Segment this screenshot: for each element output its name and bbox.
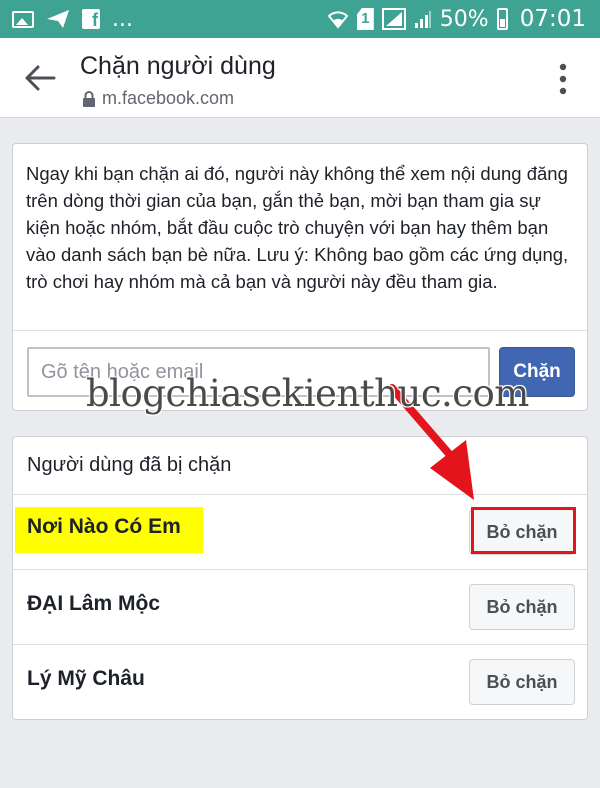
- watermark: blogchiasekienthuc.com: [86, 372, 529, 415]
- facebook-icon: f: [82, 9, 100, 30]
- divider: [13, 330, 587, 331]
- blocked-user-name: Nơi Nào Có Em: [15, 507, 203, 553]
- status-bar: f ... 1 50% 07:01: [0, 0, 600, 38]
- back-arrow-icon[interactable]: [22, 60, 58, 96]
- battery-percent: 50%: [439, 6, 489, 32]
- wifi-icon: [327, 11, 349, 29]
- app-bar: Chặn người dùng m.facebook.com: [0, 38, 600, 118]
- blocked-user-name: Lý Mỹ Châu: [27, 667, 145, 690]
- blocked-user-row: ĐẠI Lâm Mộc Bỏ chặn: [13, 569, 587, 644]
- block-user-card: Ngay khi bạn chặn ai đó, người này không…: [12, 143, 588, 411]
- send-icon: [47, 10, 69, 28]
- block-description: Ngay khi bạn chặn ai đó, người này không…: [26, 163, 569, 292]
- blocked-users-card: Người dùng đã bị chặn Nơi Nào Có Em Bỏ c…: [12, 436, 588, 720]
- unblock-button[interactable]: Bỏ chặn: [469, 659, 575, 705]
- sim-card-icon: 1: [356, 8, 374, 30]
- battery-icon: [496, 8, 508, 30]
- clock: 07:01: [519, 6, 586, 32]
- signal-icon: [381, 8, 406, 30]
- page-title: Chặn người dùng: [80, 52, 276, 80]
- url-row: m.facebook.com: [82, 88, 234, 109]
- status-bar-system: 1 50% 07:01: [327, 0, 586, 38]
- blocked-user-name: ĐẠI Lâm Mộc: [27, 592, 161, 615]
- gallery-icon: [12, 10, 34, 28]
- page-url: m.facebook.com: [102, 88, 235, 108]
- lock-icon: [83, 90, 95, 107]
- blocked-user-row: Nơi Nào Có Em Bỏ chặn: [13, 494, 587, 569]
- unblock-button[interactable]: Bỏ chặn: [469, 509, 575, 555]
- status-bar-notifications: f ...: [12, 0, 133, 38]
- blocked-user-row: Lý Mỹ Châu Bỏ chặn: [13, 644, 587, 719]
- more-notifications: ...: [112, 6, 133, 32]
- unblock-button[interactable]: Bỏ chặn: [469, 584, 575, 630]
- more-options-icon[interactable]: [558, 62, 568, 96]
- signal-bars-icon: [414, 11, 431, 28]
- blocked-users-title: Người dùng đã bị chặn: [27, 454, 232, 476]
